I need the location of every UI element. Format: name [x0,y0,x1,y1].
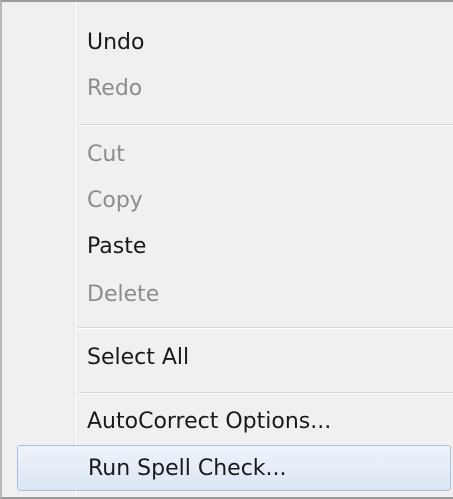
menu-item-undo[interactable]: Undo [2,20,453,66]
menu-item-delete[interactable]: Delete [2,272,453,318]
menu-separator [78,327,453,329]
menu-item-paste[interactable]: Paste [2,224,453,270]
context-menu: Undo Redo Cut Copy Paste Delete Select A… [0,0,453,499]
menu-separator [78,392,453,394]
menu-item-redo[interactable]: Redo [2,66,453,112]
menu-item-run-spell-check[interactable]: Run Spell Check... [17,445,451,491]
menu-item-cut[interactable]: Cut [2,132,453,178]
menu-item-autocorrect-options[interactable]: AutoCorrect Options... [2,399,453,445]
menu-item-select-all[interactable]: Select All [2,335,453,381]
menu-separator [78,124,453,126]
menu-item-copy[interactable]: Copy [2,178,453,224]
